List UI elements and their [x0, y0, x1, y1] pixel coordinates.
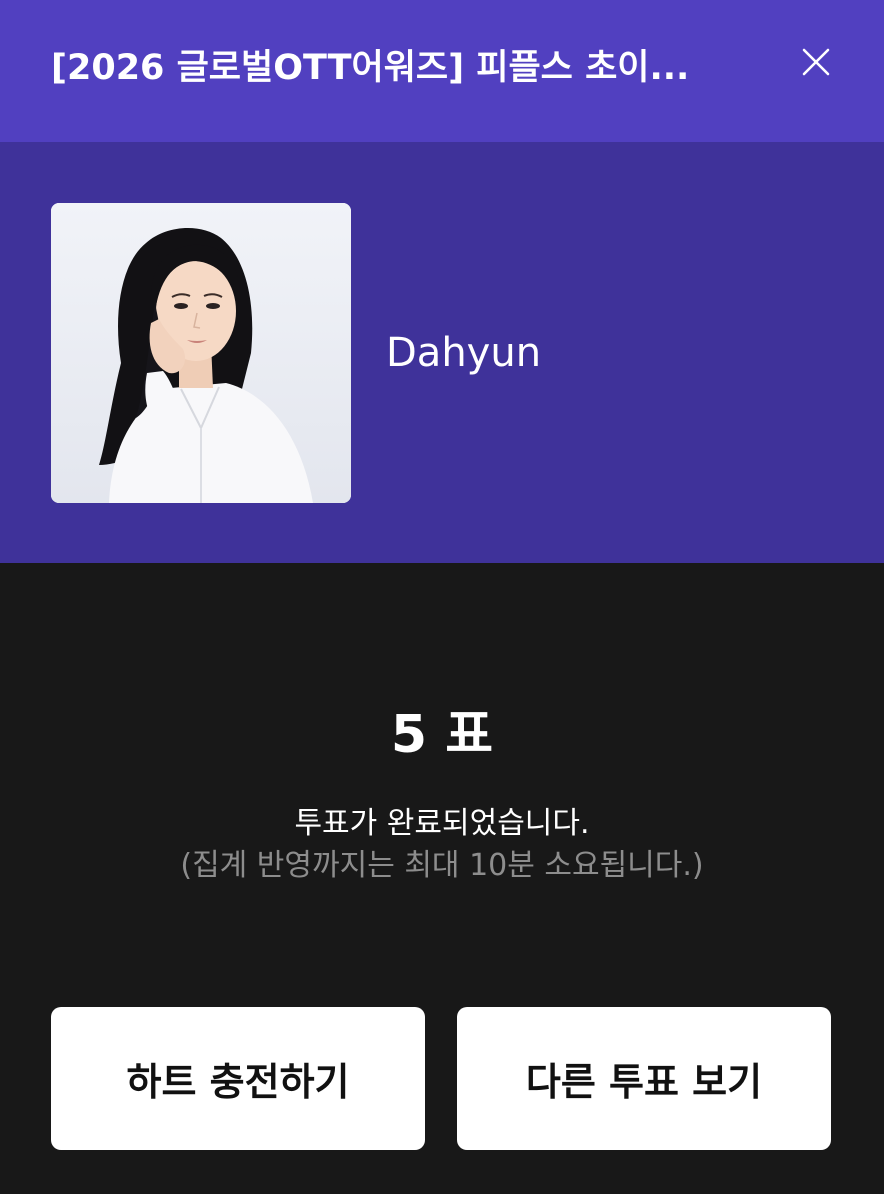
page-title: [2026 글로벌OTT어워즈] 피플스 초이...	[51, 48, 690, 88]
candidate-photo	[51, 203, 351, 503]
charge-hearts-button[interactable]: 하트 충전하기	[51, 1007, 425, 1150]
other-votes-button[interactable]: 다른 투표 보기	[457, 1007, 831, 1150]
vote-complete-screen: [2026 글로벌OTT어워즈] 피플스 초이... Dahyun 5 표 투표…	[0, 0, 884, 1194]
vote-complete-message: 투표가 완료되었습니다.	[294, 806, 590, 841]
vote-notice-message: (집계 반영까지는 최대 10분 소요됩니다.)	[180, 848, 704, 883]
vote-count: 5 표	[390, 705, 494, 765]
portrait-image	[51, 203, 351, 503]
close-button[interactable]	[790, 36, 842, 88]
candidate-card: Dahyun	[0, 142, 884, 563]
close-icon	[802, 48, 830, 76]
candidate-name: Dahyun	[386, 330, 542, 376]
header-bar: [2026 글로벌OTT어워즈] 피플스 초이...	[0, 0, 884, 142]
